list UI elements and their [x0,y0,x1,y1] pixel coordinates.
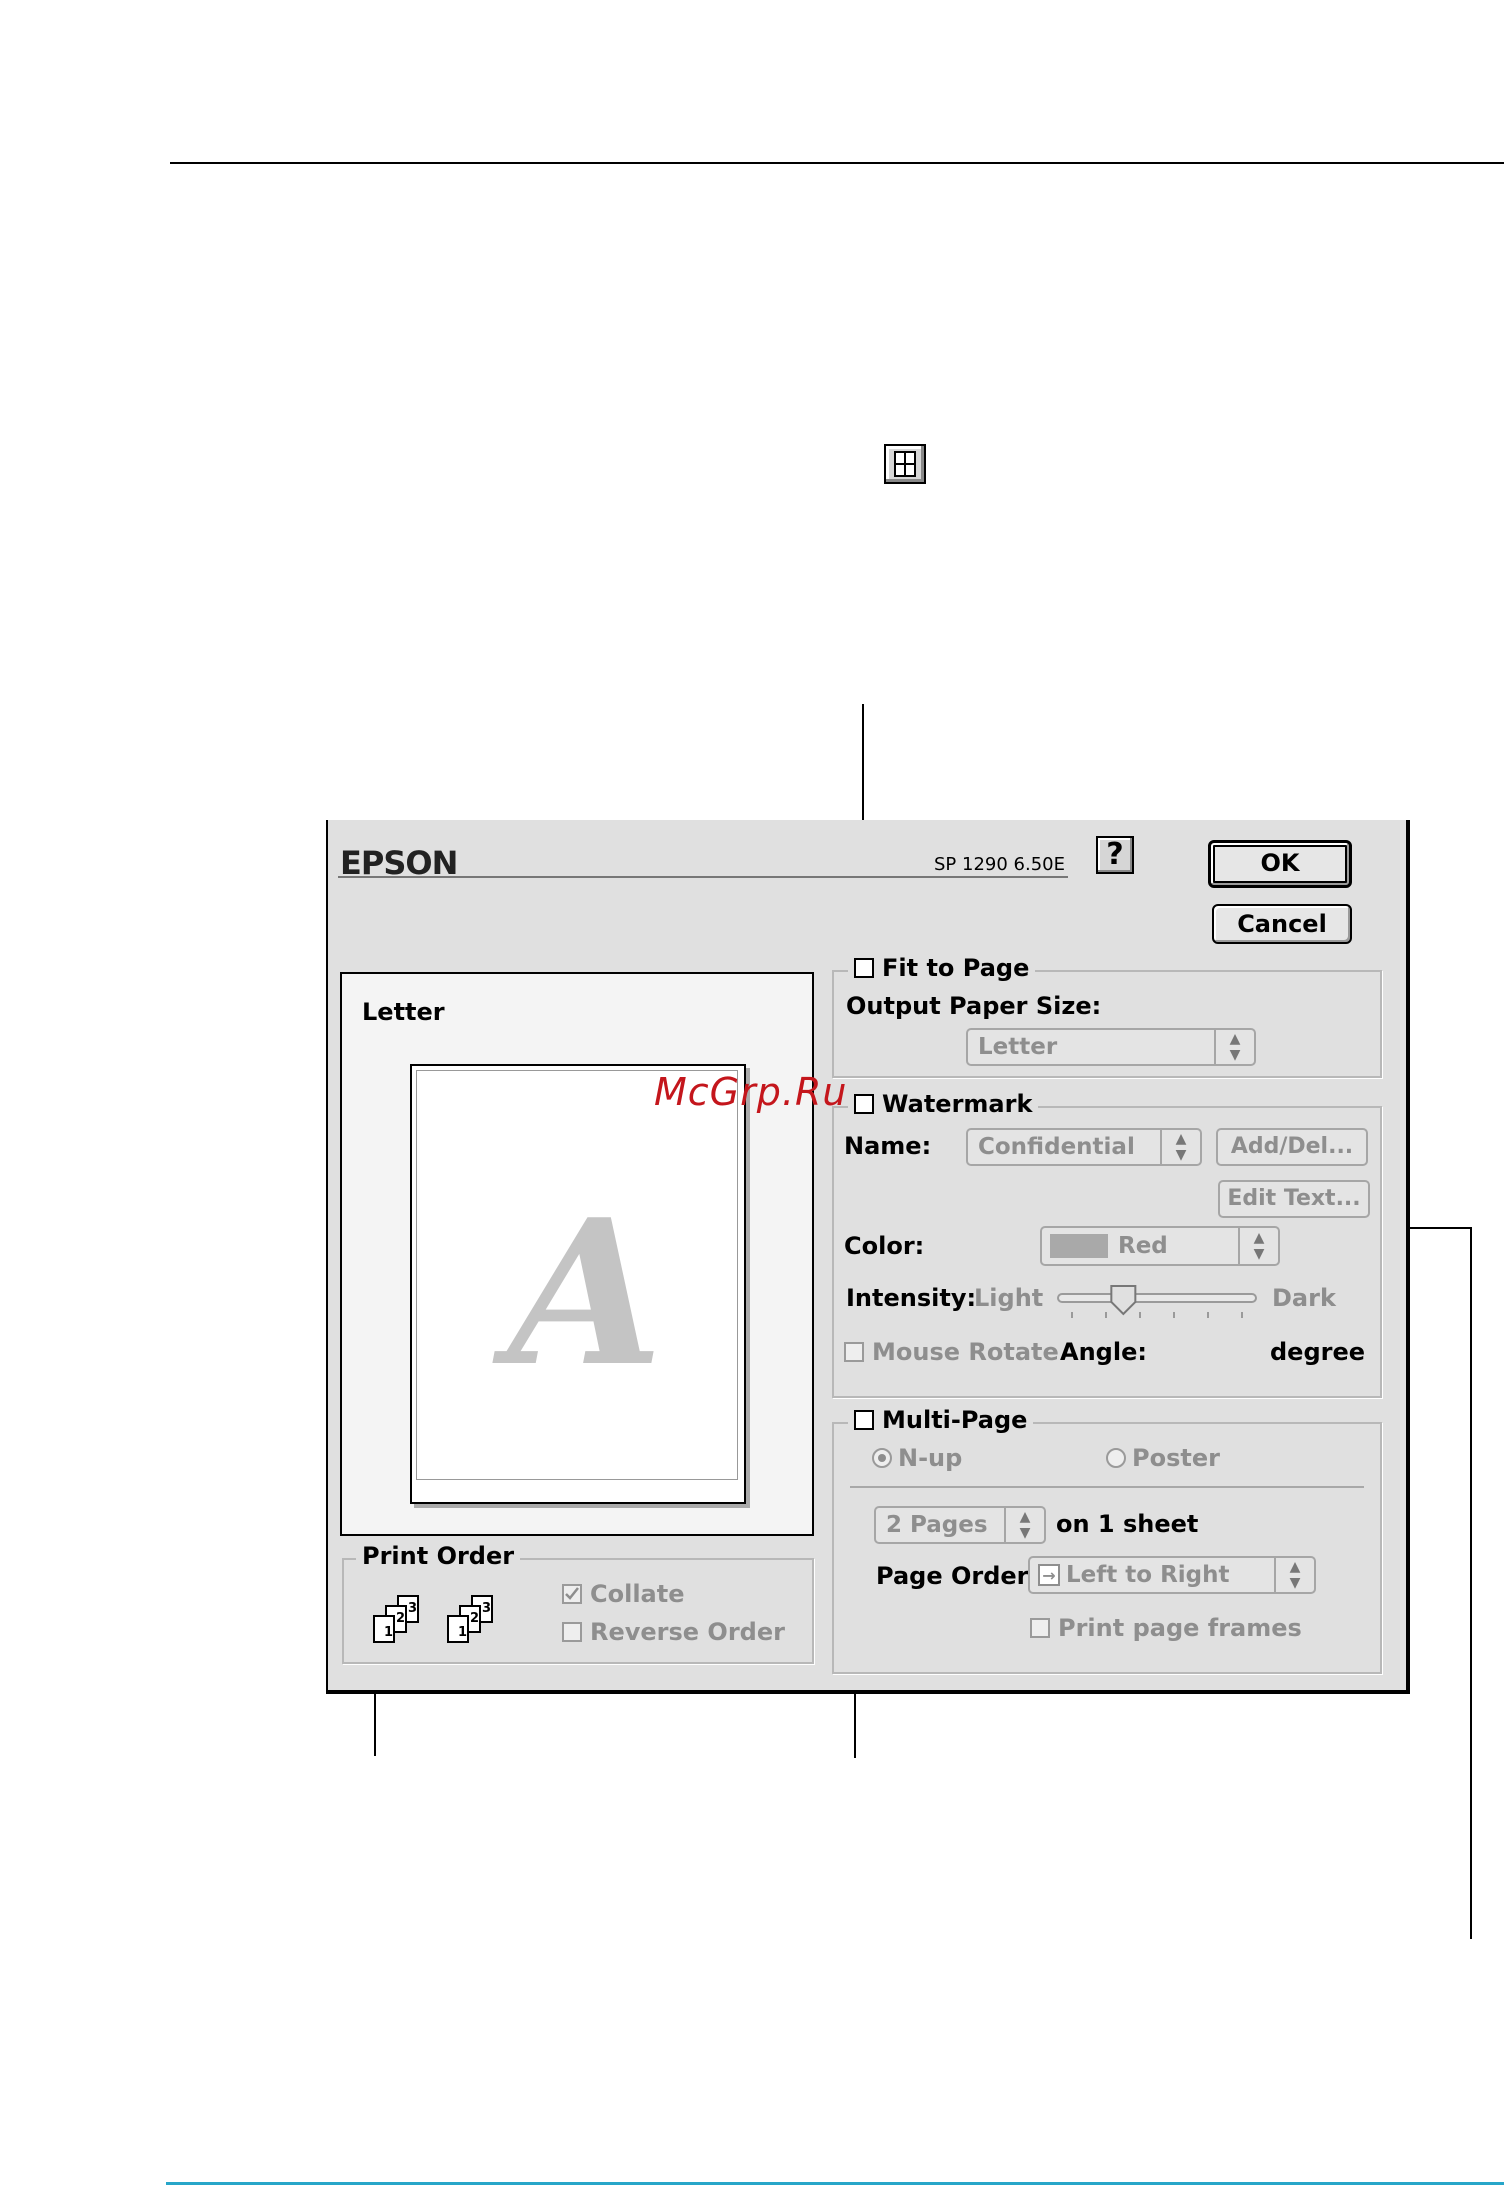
popup-arrows-icon: ▲ ▼ [1238,1228,1278,1264]
output-paper-size-popup[interactable]: Letter ▲ ▼ [966,1028,1256,1066]
print-page-frames-checkbox[interactable] [1030,1618,1050,1638]
page-preview: Letter A [340,972,814,1536]
popup-arrows-icon: ▲ ▼ [1214,1030,1254,1064]
nup-radio-option[interactable]: N-up [872,1444,962,1472]
leader-watermark-v [1470,1227,1472,1939]
watermark-name-label: Name: [844,1132,932,1160]
popup-arrows-icon: ▲ ▼ [1274,1558,1314,1592]
page-order-arrow-icon: → [1038,1564,1060,1586]
print-order-label: Print Order [362,1542,515,1570]
cancel-button[interactable]: Cancel [1212,904,1352,944]
watermark-legend: Watermark [848,1090,1039,1118]
watermark-checkbox[interactable] [854,1094,874,1114]
angle-label: Angle: [1060,1338,1147,1366]
edit-text-button[interactable]: Edit Text... [1218,1180,1370,1218]
layout-icon [884,444,926,484]
output-paper-size-value: Letter [978,1034,1058,1060]
collate-label: Collate [590,1580,685,1608]
multi-page-label: Multi-Page [882,1406,1028,1434]
fit-to-page-label: Fit to Page [882,954,1030,982]
poster-radio-option[interactable]: Poster [1106,1444,1220,1472]
page-order-value: Left to Right [1066,1562,1230,1588]
print-order-legend: Print Order [356,1542,521,1570]
bottom-rule [166,2182,1504,2185]
reverse-order-option[interactable]: Reverse Order [562,1618,785,1646]
multi-page-divider [850,1486,1364,1488]
popup-arrows-icon: ▲ ▼ [1160,1130,1200,1164]
watermark-name-value: Confidential [978,1134,1135,1160]
watermark-label: Watermark [882,1090,1033,1118]
watermark-name-popup[interactable]: Confidential ▲ ▼ [966,1128,1202,1166]
intensity-label: Intensity: [846,1284,977,1312]
fit-to-page-legend: Fit to Page [848,954,1036,982]
print-page-frames-option[interactable]: Print page frames [1030,1614,1302,1642]
degree-label: degree [1270,1338,1366,1366]
driver-version: SP 1290 6.50E [934,854,1065,875]
svg-text:2: 2 [396,1611,405,1626]
on-sheet-label: on 1 sheet [1056,1510,1199,1538]
collate-option[interactable]: Collate [562,1580,685,1608]
nup-label: N-up [898,1444,963,1472]
top-rule [170,162,1504,164]
svg-text:3: 3 [482,1601,491,1616]
pages-per-sheet-value: 2 Pages [886,1512,988,1538]
preview-page: A [410,1064,746,1504]
help-button[interactable]: ? [1096,836,1134,874]
watermark-color-popup[interactable]: Red ▲ ▼ [1040,1226,1280,1266]
pages-per-sheet-popup[interactable]: 2 Pages ▲ ▼ [874,1506,1046,1544]
poster-radio[interactable] [1106,1448,1126,1468]
poster-label: Poster [1132,1444,1220,1472]
svg-text:2: 2 [470,1611,479,1626]
multi-page-group: Multi-Page N-up Poster 2 Pages ▲ ▼ on 1 s… [832,1406,1382,1674]
intensity-light-label: Light [974,1284,1044,1312]
preview-paper-label: Letter [362,998,445,1026]
fit-to-page-checkbox[interactable] [854,958,874,978]
intensity-dark-label: Dark [1272,1284,1336,1312]
print-order-group: Print Order 321 321 Collate Reverse Orde… [342,1542,814,1664]
watermark-color-value: Red [1118,1233,1168,1259]
svg-text:1: 1 [384,1625,393,1640]
multi-page-checkbox[interactable] [854,1410,874,1430]
ok-button[interactable]: OK [1208,840,1352,888]
mouse-rotate-label: Mouse Rotate [872,1338,1059,1366]
mouse-rotate-checkbox[interactable] [844,1342,864,1362]
reverse-order-checkbox[interactable] [562,1622,582,1642]
output-paper-size-label: Output Paper Size: [846,992,1102,1020]
collate-checkbox[interactable] [562,1584,582,1604]
preview-watermark-glyph: A [508,1176,664,1411]
title-divider [338,876,1068,878]
intensity-slider[interactable] [1056,1282,1260,1322]
print-page-frames-label: Print page frames [1058,1614,1302,1642]
svg-text:1: 1 [458,1625,467,1640]
site-watermark: McGrp.Ru [654,1070,848,1114]
page-order-label: Page Order: [876,1562,1039,1590]
watermark-group: Watermark Name: Confidential ▲ ▼ Add/Del.… [832,1090,1382,1398]
fit-to-page-group: Fit to Page Output Paper Size: Letter ▲ ▼ [832,954,1382,1078]
color-swatch [1050,1234,1108,1258]
slider-thumb-icon [1110,1285,1137,1316]
collate-order-icon: 321 321 [368,1592,508,1648]
mouse-rotate-option[interactable]: Mouse Rotate [844,1338,1059,1366]
popup-arrows-icon: ▲ ▼ [1004,1508,1044,1542]
reverse-order-label: Reverse Order [590,1618,785,1646]
multi-page-legend: Multi-Page [848,1406,1034,1434]
print-layout-dialog: EPSON SP 1290 6.50E ? OK Cancel Letter A… [326,820,1410,1694]
watermark-color-label: Color: [844,1232,925,1260]
svg-text:3: 3 [408,1601,417,1616]
nup-radio[interactable] [872,1448,892,1468]
add-del-button[interactable]: Add/Del... [1216,1128,1368,1166]
page-order-popup[interactable]: → Left to Right ▲ ▼ [1028,1556,1316,1594]
